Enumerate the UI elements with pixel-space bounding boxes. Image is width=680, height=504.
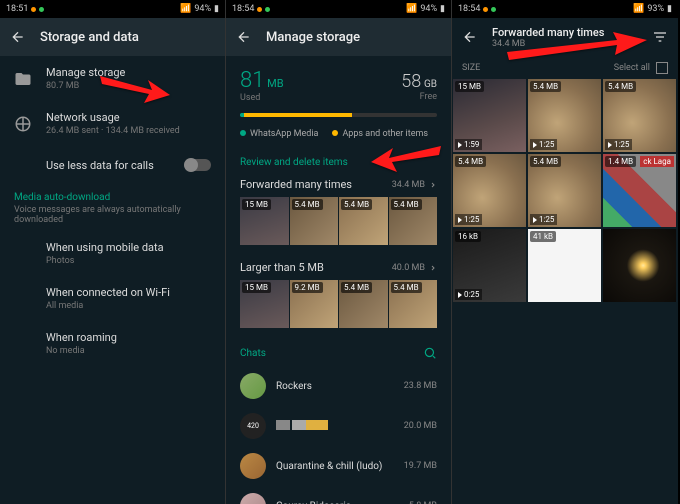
media-cell[interactable]: 16 kB0:25 xyxy=(452,228,527,303)
screen-storage-and-data: 18:51 📶94%▮ Storage and data Manage stor… xyxy=(0,0,226,504)
forwarded-thumbs[interactable]: 15 MB 5.4 MB 5.4 MB 5.4 MB xyxy=(226,197,451,253)
manage-storage-row[interactable]: Manage storage 80.7 MB xyxy=(0,56,225,101)
avatar xyxy=(240,453,266,479)
toggle[interactable] xyxy=(185,159,211,171)
select-all-checkbox[interactable] xyxy=(656,62,668,74)
status-bar: 18:54 📶93%▮ xyxy=(452,0,678,18)
status-bar: 18:51 📶94%▮ xyxy=(0,0,225,18)
media-cell[interactable]: 41 kB xyxy=(527,228,602,303)
network-icon xyxy=(14,115,32,133)
back-icon[interactable] xyxy=(236,29,252,45)
folder-icon xyxy=(14,70,32,88)
chat-row[interactable]: 420 20.0 MB xyxy=(226,406,451,446)
header: Storage and data xyxy=(0,18,225,56)
storage-numbers: 81 MBUsed 58 GBFree xyxy=(226,56,451,107)
page-title: Forwarded many times xyxy=(492,26,638,39)
back-icon[interactable] xyxy=(462,29,478,45)
size-label: SIZE xyxy=(462,63,480,73)
chat-row[interactable]: Gaurav Bidasaria5.8 MB xyxy=(226,486,451,504)
page-title: Manage storage xyxy=(266,30,360,45)
network-usage-row[interactable]: Network usage 26.4 MB sent · 134.4 MB re… xyxy=(0,101,225,146)
page-title: Storage and data xyxy=(40,30,139,45)
larger-thumbs[interactable]: 15 MB 9.2 MB 5.4 MB 5.4 MB xyxy=(226,280,451,336)
avatar: 420 xyxy=(240,413,266,439)
chats-header: Chats xyxy=(226,336,451,366)
media-cell[interactable]: 5.4 MB1:25 xyxy=(527,78,602,153)
chat-row[interactable]: Quarantine & chill (ludo)19.7 MB xyxy=(226,446,451,486)
use-less-data-row[interactable]: Use less data for calls xyxy=(0,146,225,184)
select-row: SIZE Select all xyxy=(452,56,678,78)
media-grid: 15 MB1:595.4 MB1:255.4 MB1:255.4 MB1:255… xyxy=(452,78,678,303)
section-label: Media auto-download xyxy=(0,184,225,205)
avatar xyxy=(240,373,266,399)
media-cell[interactable]: 1.4 MBck Laga xyxy=(602,153,677,228)
back-icon[interactable] xyxy=(10,29,26,45)
media-cell[interactable]: 15 MB1:59 xyxy=(452,78,527,153)
search-icon[interactable] xyxy=(423,346,437,360)
roaming-row[interactable]: When roamingNo media xyxy=(0,321,225,366)
review-label: Review and delete items xyxy=(226,149,451,170)
header: Manage storage xyxy=(226,18,451,56)
wifi-row[interactable]: When connected on Wi-FiAll media xyxy=(0,276,225,321)
forwarded-heading[interactable]: Forwarded many times 34.4 MB xyxy=(226,170,451,197)
screen-forwarded-many: 18:54 📶93%▮ Forwarded many times 34.4 MB… xyxy=(452,0,678,504)
media-cell[interactable]: 5.4 MB1:25 xyxy=(452,153,527,228)
media-cell[interactable]: 5.4 MB1:25 xyxy=(602,78,677,153)
storage-bar xyxy=(240,113,437,117)
header: Forwarded many times 34.4 MB xyxy=(452,18,678,56)
screen-manage-storage: 18:54 📶94%▮ Manage storage 81 MBUsed 58 … xyxy=(226,0,452,504)
mobile-data-row[interactable]: When using mobile dataPhotos xyxy=(0,231,225,276)
status-bar: 18:54 📶94%▮ xyxy=(226,0,451,18)
sort-icon[interactable] xyxy=(652,29,668,45)
legend: WhatsApp Media Apps and other items xyxy=(226,125,451,149)
media-cell[interactable] xyxy=(602,228,677,303)
larger-heading[interactable]: Larger than 5 MB 40.0 MB xyxy=(226,253,451,280)
avatar xyxy=(240,493,266,504)
media-cell[interactable]: 5.4 MB1:25 xyxy=(527,153,602,228)
chat-row[interactable]: Rockers23.8 MB xyxy=(226,366,451,406)
chevron-right-icon xyxy=(429,181,437,189)
